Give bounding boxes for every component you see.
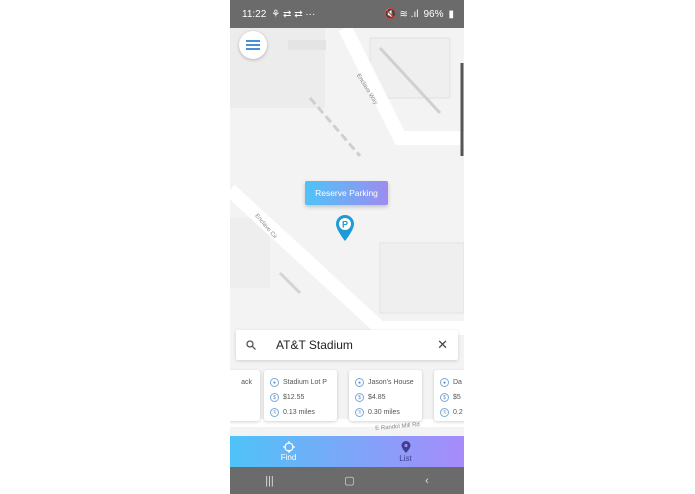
signal-icons: 🔇 ≋ .ıl	[384, 8, 419, 20]
location-icon: ●	[440, 378, 449, 387]
parking-card[interactable]: ● Jason's House $ $4.85 ℛ 0.30 miles	[349, 370, 422, 421]
card-name: ack	[241, 379, 252, 386]
search-icon	[246, 340, 256, 350]
back-icon[interactable]: ‹	[425, 475, 429, 487]
location-pin-icon	[401, 440, 410, 453]
reserve-parking-button[interactable]: Reserve Parking	[305, 181, 388, 205]
card-distance: 0.30 miles	[368, 409, 400, 416]
location-icon: ●	[270, 378, 279, 387]
search-input[interactable]: AT&T Stadium	[256, 338, 437, 352]
crosshair-icon	[282, 441, 295, 453]
bottom-navigation: Find List	[230, 436, 464, 467]
tab-find-label: Find	[280, 453, 297, 462]
notification-icons: ⚘ ⇄ ⇄ ···	[271, 8, 316, 20]
menu-button[interactable]	[239, 31, 267, 59]
tab-list[interactable]: List	[347, 436, 464, 467]
tab-list-label: List	[399, 453, 412, 463]
card-distance: 0.13 miles	[283, 409, 315, 416]
card-price: $4.85	[368, 394, 386, 401]
card-name: Da	[453, 379, 462, 386]
parking-card[interactable]: ● Da $ $5 ℛ 0.2	[434, 370, 464, 421]
dollar-icon: $	[440, 393, 449, 402]
parking-card[interactable]: ack	[230, 370, 260, 421]
home-icon[interactable]: ▢	[344, 474, 354, 487]
card-distance: 0.2	[453, 409, 463, 416]
phone-screen: 11:22 ⚘ ⇄ ⇄ ··· 🔇 ≋ .ıl 96% ▮ Enclave Wa…	[230, 0, 464, 494]
svg-text:P: P	[342, 220, 348, 230]
clear-icon[interactable]: ✕	[437, 337, 448, 353]
location-icon: ●	[355, 378, 364, 387]
tab-find[interactable]: Find	[230, 436, 347, 467]
walking-icon: ℛ	[440, 408, 449, 417]
recent-apps-icon[interactable]: |||	[265, 475, 274, 487]
card-price: $12.55	[283, 394, 305, 401]
hamburger-icon	[246, 40, 260, 50]
dollar-icon: $	[355, 393, 364, 402]
card-name: Jason's House	[368, 379, 414, 386]
card-name: Stadium Lot P	[283, 379, 327, 386]
parking-card-list[interactable]: ack ● Stadium Lot P $ $12.55 ℛ 0.13 miles ●…	[230, 370, 464, 422]
search-bar[interactable]: AT&T Stadium ✕	[236, 330, 458, 360]
battery-level: 96%	[423, 8, 444, 20]
status-bar: 11:22 ⚘ ⇄ ⇄ ··· 🔇 ≋ .ıl 96% ▮	[230, 0, 464, 28]
system-navigation-bar: ||| ▢ ‹	[230, 467, 464, 494]
card-price: $5	[453, 394, 461, 401]
walking-icon: ℛ	[355, 408, 364, 417]
battery-icon: ▮	[448, 8, 454, 20]
parking-card[interactable]: ● Stadium Lot P $ $12.55 ℛ 0.13 miles	[264, 370, 337, 421]
status-time: 11:22	[242, 8, 267, 20]
walking-icon: ℛ	[270, 408, 279, 417]
parking-pin-icon[interactable]: P	[335, 214, 355, 242]
dollar-icon: $	[270, 393, 279, 402]
